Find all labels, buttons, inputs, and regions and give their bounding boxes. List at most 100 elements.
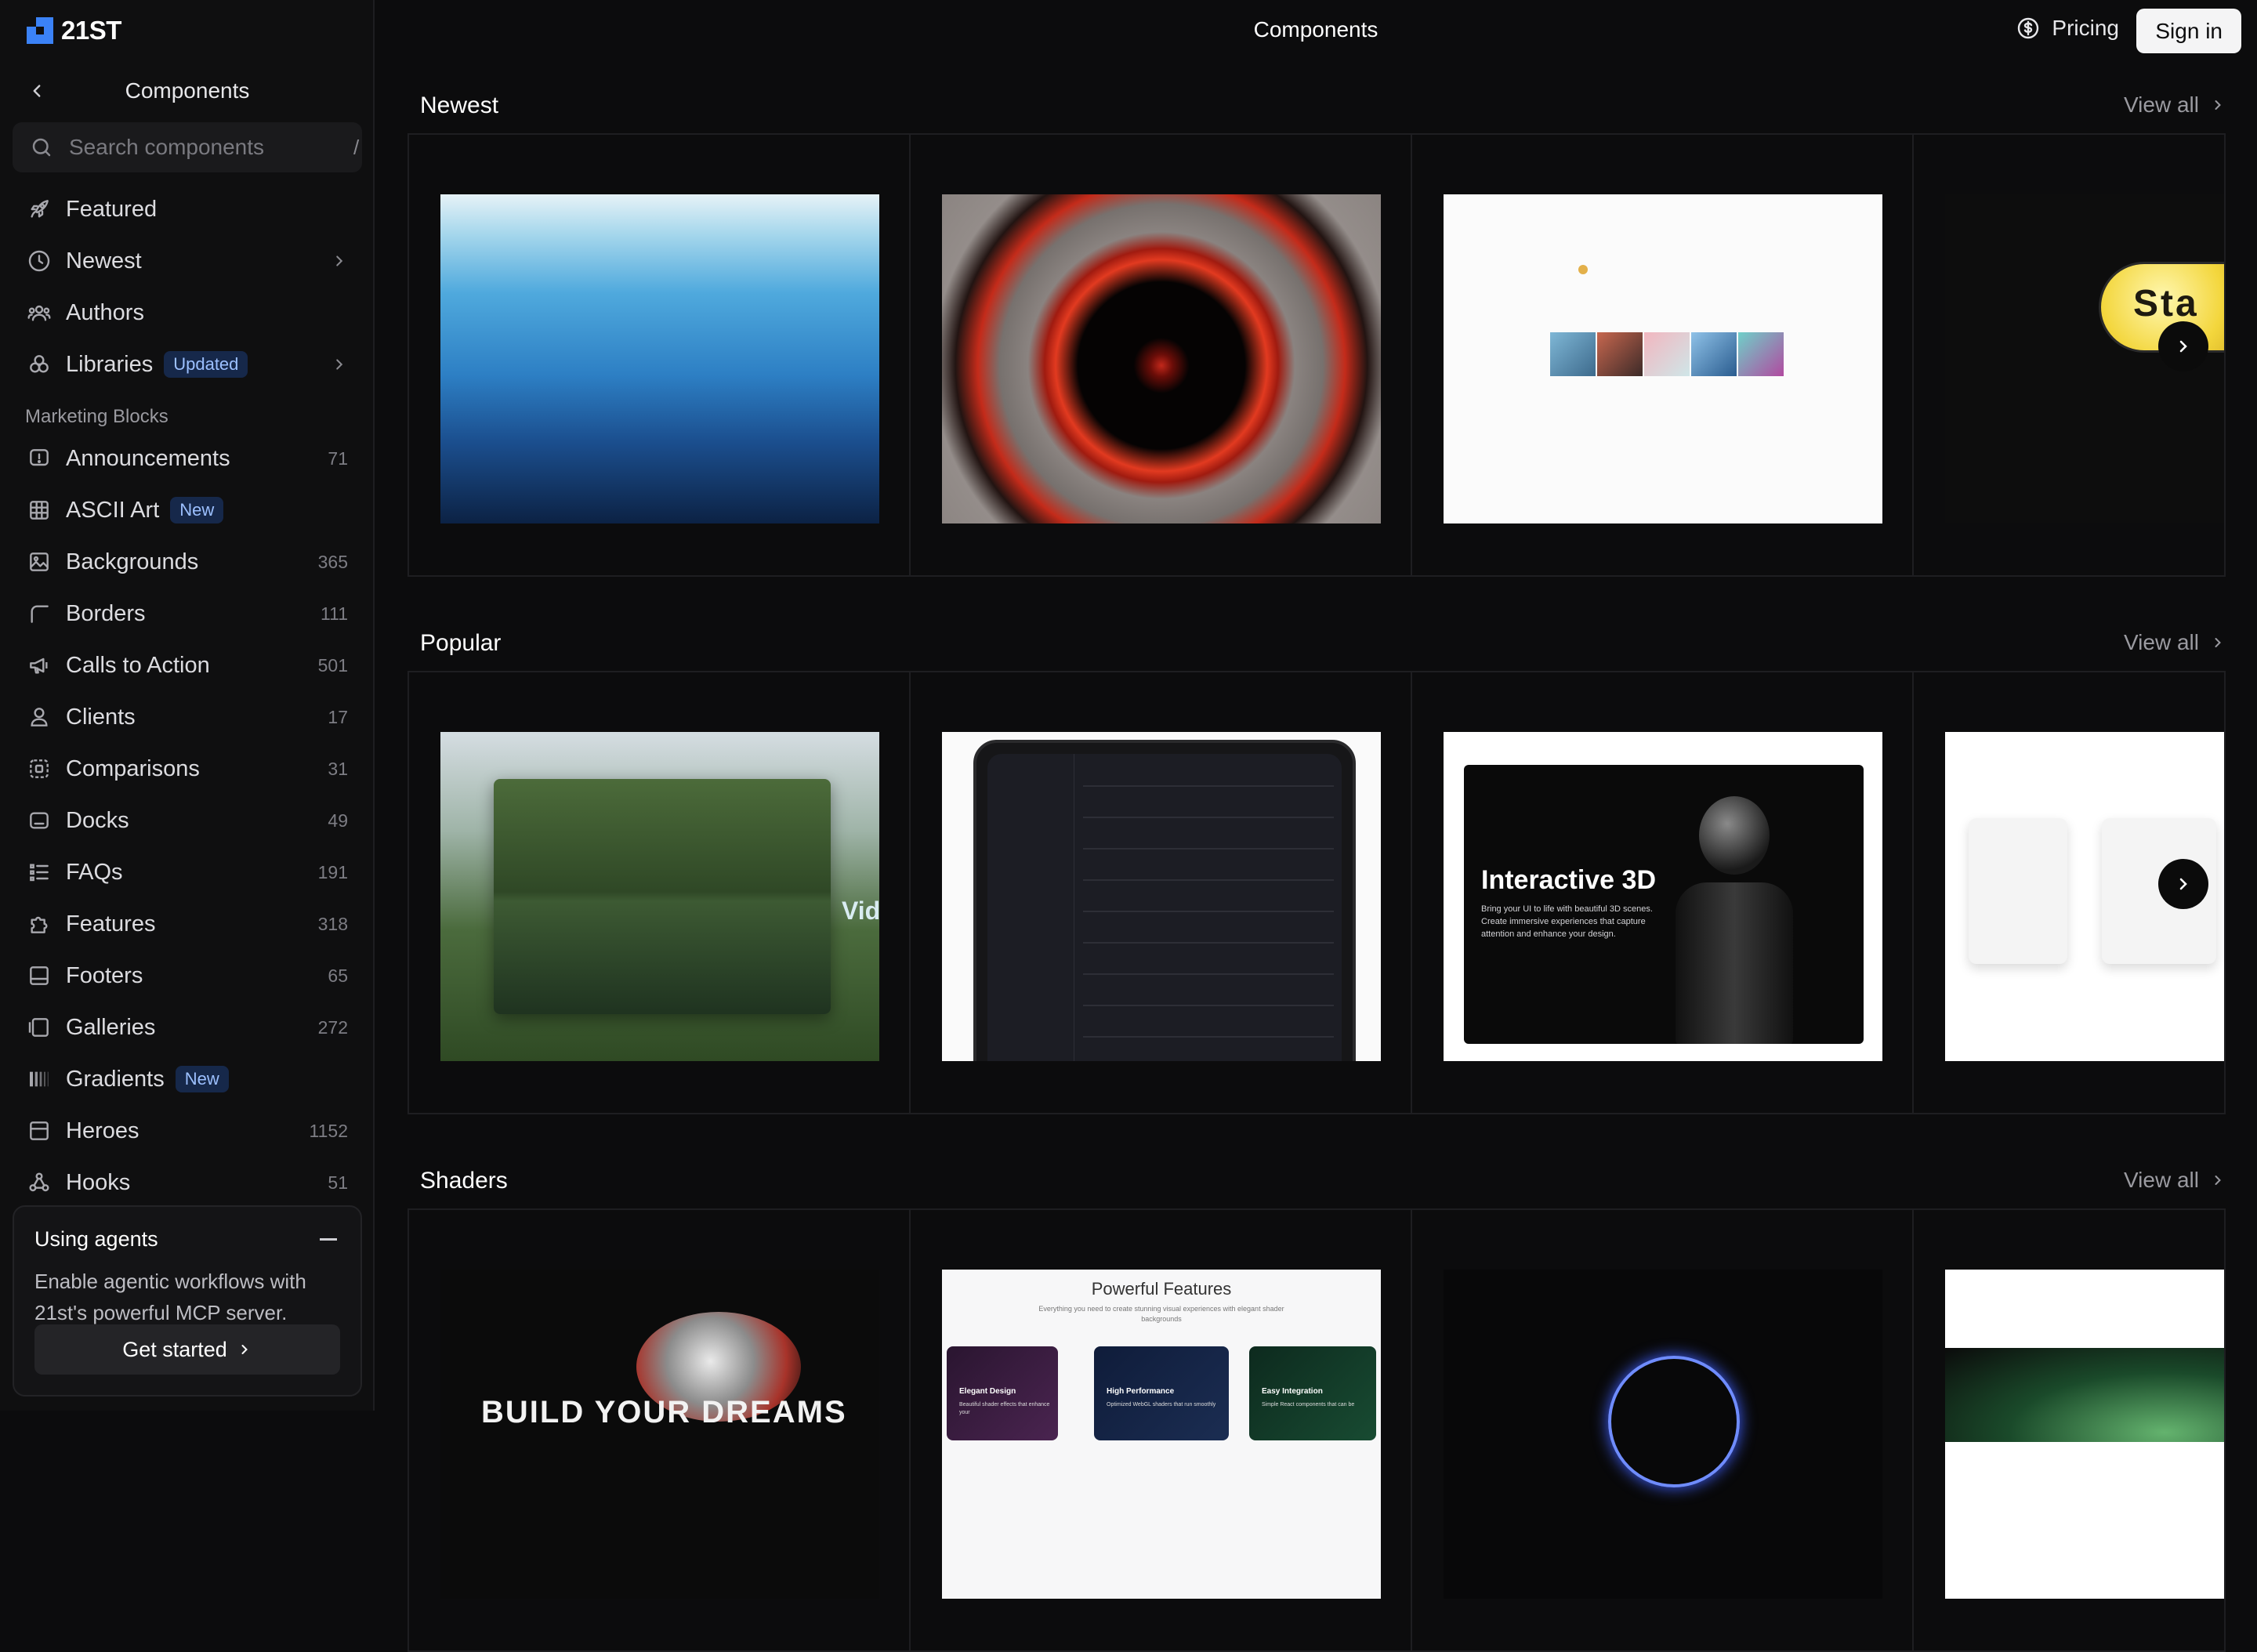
view-all-label: View all [2124,630,2199,654]
preview-video-landscape: Vid [440,732,879,1061]
sign-in-button[interactable]: Sign in [2136,9,2241,53]
sidebar-item-newest[interactable]: Newest [13,235,362,287]
sidebar-item-heroes[interactable]: Heroes 1152 [13,1105,362,1157]
component-card[interactable] [1914,1210,2224,1650]
announcement-icon [30,449,49,466]
sidebar-item-label: Features [66,911,156,936]
sidebar-item-gradients[interactable]: Gradients New [13,1053,362,1105]
sidebar-item-label: Announcements [66,445,230,471]
view-all-link[interactable]: View all [2124,1168,2226,1193]
carousel-next-button[interactable] [2158,859,2208,909]
item-count: 65 [328,965,348,986]
preview-build-your-dreams: BUILD YOUR DREAMS [440,1270,879,1599]
sidebar-top-nav: Featured Newest Authors Libraries Update… [13,183,362,390]
sidebar-item-featured[interactable]: Featured [13,183,362,235]
component-card[interactable]: Sta [1914,135,2224,575]
view-all-label: View all [2124,1168,2199,1192]
sidebar-item-label: Backgrounds [66,549,199,574]
sidebar-item-label: Libraries [66,351,154,377]
component-grid: Vid Interactive 3D Bring your UI to life… [408,671,2226,1114]
chevron-left-icon[interactable] [27,81,47,101]
sidebar-item-label: Galleries [66,1014,156,1040]
sidebar-item-clients[interactable]: Clients 17 [13,691,362,743]
component-card[interactable] [911,135,1412,575]
sidebar-item-docks[interactable]: Docks 49 [13,795,362,846]
sidebar-item-footers[interactable]: Footers 65 [13,950,362,1002]
minimize-icon[interactable] [320,1238,337,1241]
component-card[interactable] [1412,1210,1914,1650]
rocket-icon [31,200,49,218]
carousel-next-button[interactable] [2158,321,2208,371]
sidebar-item-galleries[interactable]: Galleries 272 [13,1002,362,1053]
sidebar-item-announcements[interactable]: Announcements 71 [13,433,362,484]
sidebar-item-borders[interactable]: Borders 111 [13,588,362,639]
chevron-right-icon [2215,100,2221,110]
sidebar-item-label: Gradients [66,1066,165,1092]
component-card[interactable] [911,672,1412,1113]
updated-badge: Updated [164,351,248,378]
brand-name: 21ST [61,16,121,45]
sidebar-item-label: Featured [66,196,158,222]
webhook-icon [29,1172,49,1192]
item-count: 272 [317,1016,348,1038]
item-count: 111 [321,603,348,624]
sidebar-item-authors[interactable]: Authors [13,287,362,339]
sidebar-category-nav: Announcements 71 ASCII Art New Backgroun… [13,433,362,1208]
sidebar-item-label: Comparisons [66,755,200,781]
item-count: 1152 [309,1120,348,1141]
pricing-link[interactable]: Pricing [2016,16,2119,41]
item-count: 51 [328,1172,348,1193]
users-icon [27,305,51,321]
item-count: 31 [328,758,348,779]
component-card[interactable]: Interactive 3D Bring your UI to life wit… [1412,672,1914,1113]
agents-card: Using agents Enable agentic workflows wi… [13,1205,362,1397]
component-card[interactable]: Powerful Features Everything you need to… [911,1210,1412,1650]
gallery-icon [28,1018,49,1037]
sidebar-item-label: Newest [66,248,142,274]
preview-blue-orb [1444,1270,1882,1599]
agents-description: Enable agentic workflows with 21st's pow… [34,1270,306,1324]
component-card[interactable] [409,135,911,575]
grid-icon [30,501,49,520]
user-icon [31,708,48,726]
card-heading: Interactive 3D [1481,865,1656,895]
list-icon [30,864,49,882]
get-started-button[interactable]: Get started [34,1324,340,1375]
sidebar-item-label: Hooks [66,1169,131,1195]
sidebar-item-comparisons[interactable]: Comparisons 31 [13,743,362,795]
feature-title: Easy Integration [1262,1387,1323,1396]
card-heading: Powerful Features [1091,1279,1232,1299]
brand-logo[interactable]: 21ST [27,16,121,45]
sidebar-item-ascii-art[interactable]: ASCII Art New [13,484,362,536]
sidebar-item-label: Authors [66,299,144,325]
card-description: Everything you need to create stunning v… [1038,1305,1284,1323]
logo-mark-icon [27,17,53,44]
sidebar-item-backgrounds[interactable]: Backgrounds 365 [13,536,362,588]
sidebar-item-features[interactable]: Features 318 [13,898,362,950]
section-title: Shaders [420,1168,508,1194]
component-card[interactable] [1914,672,2224,1113]
view-all-link[interactable]: View all [2124,630,2226,655]
section-title: Popular [420,630,502,656]
sidebar-item-hooks[interactable]: Hooks 51 [13,1157,362,1208]
search-input[interactable] [67,134,353,161]
megaphone-icon [30,658,48,674]
search-box[interactable]: / [13,122,362,172]
preview-image-strip [1444,194,1882,523]
sidebar-item-calls-to-action[interactable]: Calls to Action 501 [13,639,362,691]
partial-start-text: Sta [2133,283,2199,324]
dock-icon [30,812,49,829]
component-card[interactable]: BUILD YOUR DREAMS [409,1210,911,1650]
sidebar-item-libraries[interactable]: Libraries Updated [13,339,362,390]
view-all-link[interactable]: View all [2124,92,2226,118]
sidebar-item-faqs[interactable]: FAQs 191 [13,846,362,898]
sidebar: 21ST Components / Featured Newest Author… [0,0,375,1411]
preview-blue-fog [440,194,879,523]
search-icon [32,138,51,157]
preview-red-ring [942,194,1381,523]
component-card[interactable]: Vid [409,672,911,1113]
item-count: 318 [317,913,348,934]
item-count: 365 [317,551,348,572]
component-card[interactable] [1412,135,1914,575]
get-started-label: Get started [122,1337,227,1361]
